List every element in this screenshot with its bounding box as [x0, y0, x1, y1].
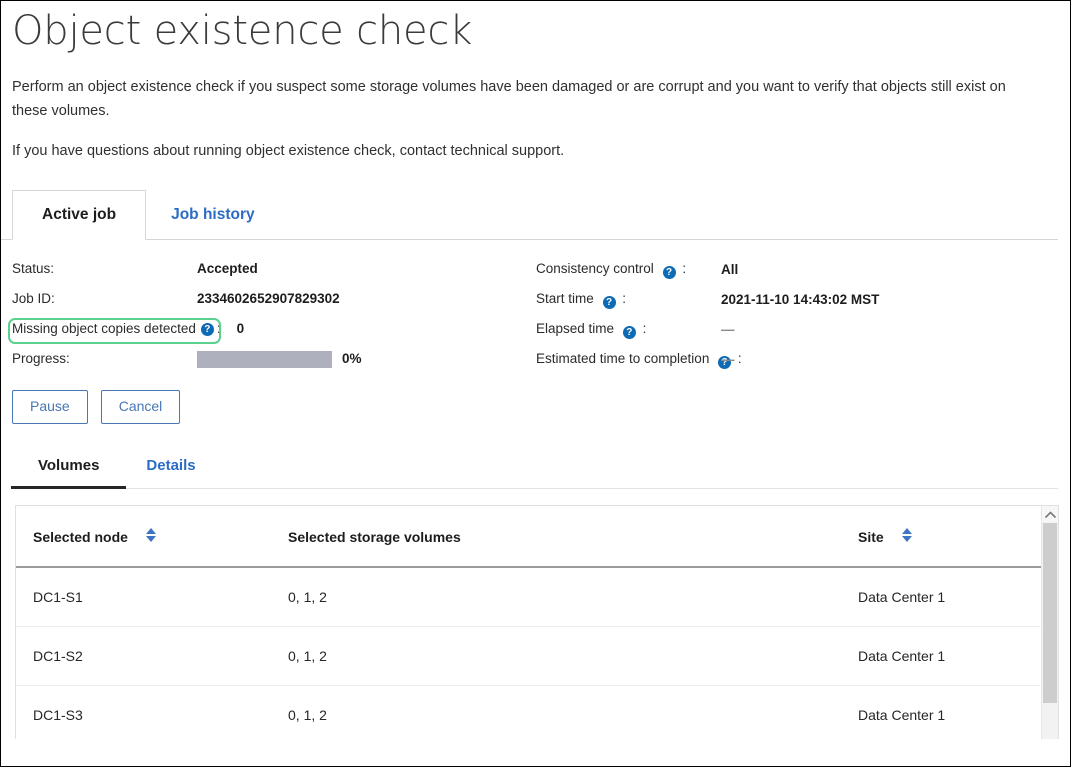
table-row[interactable]: DC1-S2 0, 1, 2 Data Center 1	[16, 627, 1059, 686]
question-mark-circle-icon[interactable]: ?	[201, 323, 214, 336]
consistency-value: All	[721, 261, 738, 279]
cell-selected-node: DC1-S1	[16, 567, 288, 627]
status-row: Status: Accepted	[12, 260, 258, 278]
elapsed-time-row: Elapsed time ? : —	[536, 320, 735, 339]
tab-active-job[interactable]: Active job	[12, 190, 146, 240]
progress-label: Progress:	[12, 350, 197, 368]
cell-site: Data Center 1	[858, 627, 1059, 686]
intro-paragraph: Perform an object existence check if you…	[12, 75, 1042, 123]
cell-selected-node: DC1-S3	[16, 686, 288, 740]
column-label-selected-node: Selected node	[33, 529, 128, 545]
column-header-site[interactable]: Site	[858, 506, 1059, 567]
job-id-value: 2334602652907829302	[197, 290, 340, 308]
eta-row: Estimated time to completion ? : —	[536, 350, 735, 369]
job-id-row: Job ID: 2334602652907829302	[12, 290, 340, 308]
elapsed-time-value: —	[721, 321, 735, 339]
consistency-control-row: Consistency control ? : All	[536, 260, 738, 279]
eta-value: —	[721, 351, 735, 369]
start-time-label: Start time	[536, 291, 594, 306]
question-mark-circle-icon[interactable]: ?	[603, 296, 616, 309]
volumes-table-container: Selected node Selected storage volumes S…	[15, 505, 1059, 739]
missing-copies-colon: :	[217, 320, 221, 338]
cell-selected-storage-volumes: 0, 1, 2	[288, 627, 858, 686]
consistency-label: Consistency control	[536, 261, 654, 276]
tab-details[interactable]: Details	[126, 456, 215, 489]
start-time-colon: :	[622, 291, 626, 306]
volumes-table: Selected node Selected storage volumes S…	[16, 506, 1059, 739]
eta-colon: :	[738, 351, 742, 366]
cell-selected-node: DC1-S2	[16, 627, 288, 686]
scrollbar-thumb[interactable]	[1043, 523, 1057, 703]
support-paragraph: If you have questions about running obje…	[12, 139, 1059, 163]
cell-site: Data Center 1	[858, 686, 1059, 740]
cell-selected-storage-volumes: 0, 1, 2	[288, 567, 858, 627]
question-mark-circle-icon[interactable]: ?	[663, 266, 676, 279]
table-vertical-scrollbar[interactable]	[1041, 506, 1058, 739]
cell-selected-storage-volumes: 0, 1, 2	[288, 686, 858, 740]
table-row[interactable]: DC1-S1 0, 1, 2 Data Center 1	[16, 567, 1059, 627]
elapsed-time-colon: :	[643, 321, 647, 336]
table-row[interactable]: DC1-S3 0, 1, 2 Data Center 1	[16, 686, 1059, 740]
missing-object-copies-row: Missing object copies detected ? : 0	[12, 320, 244, 338]
job-id-label: Job ID:	[12, 290, 197, 308]
column-header-selected-storage-volumes: Selected storage volumes	[288, 506, 858, 567]
page-title: Object existence check	[12, 7, 1059, 55]
elapsed-time-label: Elapsed time	[536, 321, 614, 336]
cell-site: Data Center 1	[858, 567, 1059, 627]
main-tabstrip: Active job Job history	[1, 187, 1070, 240]
progress-row: Progress: 0%	[12, 350, 362, 368]
progress-percent: 0%	[342, 350, 362, 368]
sort-ascending-descending-icon[interactable]	[902, 528, 912, 542]
sort-ascending-descending-icon[interactable]	[146, 528, 156, 542]
status-label: Status:	[12, 260, 197, 278]
tab-job-history[interactable]: Job history	[146, 190, 280, 240]
column-header-selected-node[interactable]: Selected node	[16, 506, 288, 567]
table-header-row: Selected node Selected storage volumes S…	[16, 506, 1059, 567]
eta-label: Estimated time to completion	[536, 351, 709, 366]
tab-volumes[interactable]: Volumes	[11, 456, 126, 489]
job-action-buttons: Pause Cancel	[1, 390, 1070, 424]
missing-copies-value: 0	[237, 320, 245, 338]
object-existence-check-page: Object existence check Perform an object…	[0, 0, 1071, 767]
start-time-value: 2021-11-10 14:43:02 MST	[721, 291, 879, 309]
start-time-row: Start time ? : 2021-11-10 14:43:02 MST	[536, 290, 879, 309]
question-mark-circle-icon[interactable]: ?	[623, 326, 636, 339]
chevron-up-icon[interactable]	[1042, 506, 1058, 522]
column-label-selected-storage-volumes: Selected storage volumes	[288, 529, 461, 545]
progress-bar	[197, 351, 332, 368]
missing-copies-label: Missing object copies detected	[12, 320, 196, 338]
column-label-site: Site	[858, 529, 884, 545]
consistency-colon: :	[682, 261, 686, 276]
pause-button[interactable]: Pause	[12, 390, 88, 424]
job-details-panel: Status: Accepted Job ID: 233460265290782…	[1, 256, 1070, 378]
cancel-button[interactable]: Cancel	[101, 390, 181, 424]
volumes-details-tabstrip: Volumes Details	[1, 450, 1070, 489]
status-value: Accepted	[197, 260, 258, 278]
